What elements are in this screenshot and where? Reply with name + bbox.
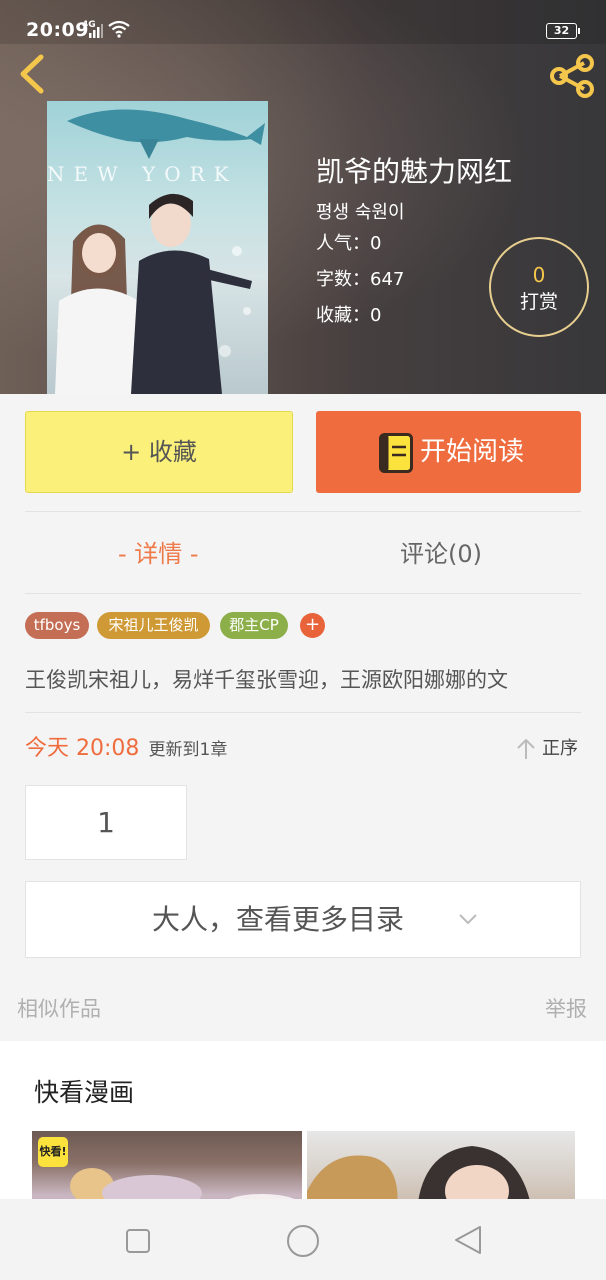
sort-order-label: 正序 [542, 738, 578, 759]
book-author[interactable]: 평생 숙원이 [316, 200, 512, 226]
comic-thumbnail[interactable] [307, 1131, 575, 1200]
reward-label: 打赏 [519, 291, 558, 313]
battery-icon: 32 [546, 23, 580, 39]
start-reading-label: 开始阅读 [420, 437, 525, 467]
tab-details[interactable]: - 详情 - [118, 532, 199, 576]
book-cover[interactable]: NEW YORK [47, 101, 268, 394]
divider [25, 712, 581, 713]
divider [25, 593, 581, 594]
comics-section: 快看漫画 快看! [0, 1041, 606, 1200]
system-nav-bar [0, 1199, 606, 1280]
tab-comments[interactable]: 评论(0) [400, 532, 482, 576]
arrow-up-icon [517, 738, 535, 759]
popularity-stat: 人气：0 [316, 233, 382, 254]
update-text: 更新到1章 [148, 740, 228, 760]
add-tag-button[interactable]: + [300, 613, 325, 638]
cover-text: NEW YORK [47, 162, 238, 186]
more-catalog-button[interactable]: 大人，查看更多目录 [25, 881, 581, 958]
book-icon [379, 433, 413, 473]
back-arrow-icon[interactable] [14, 52, 50, 96]
comic-thumbnail[interactable]: 快看! [32, 1131, 302, 1200]
tag-chip[interactable]: 郡主CP [220, 612, 288, 639]
recent-apps-icon[interactable] [125, 1228, 151, 1254]
more-catalog-label: 大人，查看更多目录 [152, 903, 405, 936]
chevron-down-icon [459, 914, 477, 925]
tag-chip[interactable]: 宋祖儿王俊凯 [97, 612, 210, 639]
synopsis-text[interactable]: 王俊凯宋祖儿，易烊千玺张雪迎，王源欧阳娜娜的文 [25, 662, 508, 698]
status-bar: 20:09 4G 32 [0, 0, 606, 44]
comics-title: 快看漫画 [34, 1078, 135, 1107]
signal-icon [89, 24, 103, 38]
tag-chip[interactable]: tfboys [25, 612, 89, 639]
favorites-stat: 收藏：0 [316, 305, 382, 326]
reward-count: 0 [532, 263, 546, 287]
chapter-item[interactable]: 1 [25, 785, 187, 860]
reward-button[interactable]: 0 打赏 [489, 237, 589, 337]
home-icon[interactable] [286, 1224, 320, 1258]
report-link[interactable]: 举报 [545, 994, 587, 1024]
share-icon[interactable] [548, 54, 596, 98]
word-count-stat: 字数：647 [316, 269, 405, 290]
status-time: 20:09 [26, 19, 89, 41]
book-info: 凯爷的魅力网红 평생 숙원이 人气：0 字数：647 收藏：0 [316, 150, 512, 334]
similar-works-heading: 相似作品 [17, 997, 101, 1021]
wifi-icon [108, 20, 130, 38]
collect-button[interactable]: + 收藏 [25, 411, 293, 493]
book-title: 凯爷的魅力网红 [316, 155, 513, 188]
start-reading-button[interactable]: 开始阅读 [316, 411, 581, 493]
update-info: 今天 20:08 更新到1章 [25, 732, 227, 767]
update-date: 今天 20:08 [25, 736, 140, 761]
divider [25, 511, 581, 512]
back-nav-icon[interactable] [453, 1224, 483, 1256]
